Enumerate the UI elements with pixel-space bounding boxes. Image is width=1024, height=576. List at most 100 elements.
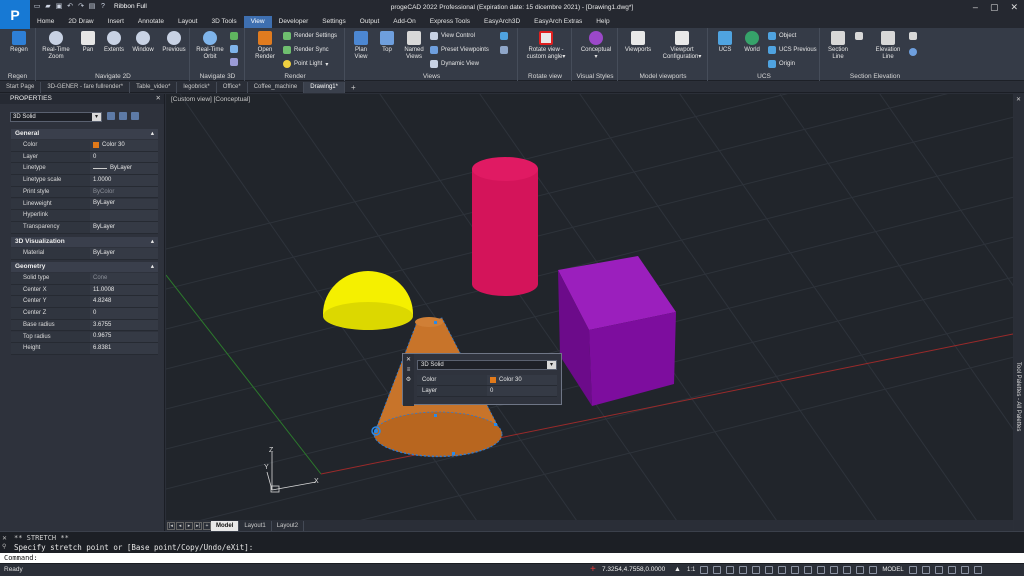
command-input[interactable]: Command: — [0, 553, 1024, 563]
property-value[interactable]: 0.9675 — [90, 331, 158, 343]
document-tab[interactable]: 3D-GENER - fare fullrender* — [41, 81, 131, 93]
document-tab[interactable]: legobrick* — [177, 81, 217, 93]
document-tab[interactable]: Drawing1* — [304, 81, 345, 93]
layout-tab[interactable]: Model — [211, 520, 240, 531]
first-tab-icon[interactable]: |◂ — [167, 521, 175, 530]
pan-button[interactable]: Pan — [77, 31, 99, 54]
elevation-line-button[interactable]: Elevation Line — [871, 31, 905, 61]
ucs-previous-button[interactable]: UCS Previous — [768, 46, 817, 54]
property-row[interactable]: Linetype ByLayer — [11, 163, 158, 176]
panel-close-icon[interactable]: ✕ — [156, 94, 161, 104]
property-row[interactable]: Base radius 3.6755 — [11, 319, 158, 332]
command-line-grip[interactable]: ✕ ⚲ — [2, 535, 10, 551]
orbit-tool-1[interactable] — [230, 32, 238, 40]
dynamic-ucs-icon[interactable] — [830, 566, 839, 574]
close-icon[interactable]: ✕ — [1010, 2, 1018, 13]
palette-close-icon[interactable]: ✕ — [1016, 96, 1021, 103]
transparency-icon[interactable] — [791, 566, 800, 574]
section-geometry[interactable]: Geometry ▴ — [11, 262, 158, 272]
property-value[interactable]: ByLayer — [90, 163, 158, 175]
ribbon-tab[interactable]: Settings — [315, 16, 353, 28]
ribbon-tab[interactable]: View — [243, 16, 272, 28]
origin-ucs-button[interactable]: Origin — [768, 60, 795, 68]
property-value[interactable]: 1.0000 — [90, 175, 158, 186]
layout-tab[interactable]: Layout1 — [239, 520, 272, 531]
gear-icon[interactable] — [908, 566, 917, 574]
object-ucs-button[interactable]: Object — [768, 32, 796, 40]
ribbon-tab[interactable]: Layout — [171, 16, 205, 28]
model-space-toggle[interactable]: MODEL — [882, 567, 903, 573]
dynamic-view-button[interactable]: Dynamic View — [430, 60, 479, 68]
plan-view-button[interactable]: Plan View — [348, 31, 374, 61]
property-row[interactable]: Transparency ByLayer — [11, 221, 158, 234]
property-value[interactable]: ByColor — [90, 186, 158, 198]
view-control-button[interactable]: View Control — [430, 32, 475, 40]
lineweight-icon[interactable] — [778, 566, 787, 574]
document-tab[interactable]: Coffee_machine — [248, 81, 305, 93]
property-value[interactable]: ByLayer — [90, 248, 158, 259]
snap-icon[interactable] — [700, 566, 709, 574]
annotation-scale[interactable]: 1:1 — [687, 567, 695, 573]
maximize-icon[interactable]: ▢ — [990, 2, 999, 13]
viewport-label[interactable]: [Custom view] [Conceptual] — [171, 96, 250, 103]
close-icon[interactable]: ✕ — [405, 357, 412, 364]
new-tab-icon[interactable]: + — [345, 82, 362, 93]
property-value[interactable]: 3.6755 — [90, 319, 158, 331]
next-tab-icon[interactable]: ▸ — [185, 521, 193, 530]
prev-tab-icon[interactable]: ◂ — [176, 521, 184, 530]
property-row[interactable]: Height 6.8381 — [11, 343, 158, 355]
section-tool-button[interactable] — [855, 32, 863, 40]
property-row[interactable]: Solid type Cone — [11, 273, 158, 285]
property-value[interactable]: 0 — [90, 151, 158, 163]
quick-props-row-color[interactable]: Color Color 30 — [417, 375, 557, 386]
list-icon[interactable]: ≡ — [405, 367, 412, 374]
property-row[interactable]: Center Z0 — [11, 308, 158, 320]
named-views-button[interactable]: Named Views — [401, 31, 427, 61]
extents-button[interactable]: Extents — [101, 31, 127, 54]
grid-icon[interactable] — [713, 566, 722, 574]
property-value[interactable]: Color 30 — [90, 140, 158, 151]
app-logo[interactable]: P — [0, 0, 30, 29]
dynamic-input-icon[interactable] — [843, 566, 852, 574]
quick-props-row-layer[interactable]: Layer 0 — [417, 386, 557, 397]
ribbon-tab[interactable]: Annotate — [131, 16, 171, 28]
toggle-pickadd-icon[interactable] — [107, 112, 115, 120]
settings-icon[interactable]: ⚙ — [405, 377, 412, 384]
ribbon-tab[interactable]: Home — [30, 16, 61, 28]
regen-button[interactable]: Regen — [8, 31, 30, 54]
minimize-icon[interactable]: – — [973, 2, 978, 13]
property-row[interactable]: Layer 0 — [11, 151, 158, 164]
property-row[interactable]: Center Y 4.8248 — [11, 296, 158, 309]
property-row[interactable]: Center X 11.0008 — [11, 284, 158, 297]
property-value[interactable]: 11.0008 — [90, 284, 158, 296]
property-row[interactable]: Top radius 0.9675 — [11, 331, 158, 344]
quick-props-value[interactable]: Color 30 — [487, 375, 557, 385]
tool-palettes-strip[interactable]: ✕ Tool Palettes - All Palettes — [1014, 94, 1024, 531]
previous-zoom-button[interactable]: Previous — [159, 31, 189, 54]
clean-screen-icon[interactable] — [960, 566, 969, 574]
selection-dropdown[interactable]: 3D Solid ▾ — [10, 112, 102, 122]
property-row[interactable]: Lineweight ByLayer — [11, 198, 158, 211]
property-value[interactable]: Cone — [90, 273, 158, 284]
ribbon-tab[interactable]: Help — [589, 16, 616, 28]
ribbon-tab[interactable]: EasyArch Extras — [527, 16, 589, 28]
customize-icon[interactable] — [973, 566, 982, 574]
view-tool-button[interactable] — [500, 46, 508, 54]
realtime-orbit-button[interactable]: Real-Time Orbit — [194, 31, 226, 61]
workspace-icon[interactable] — [869, 566, 878, 574]
document-tab[interactable]: Table_video* — [130, 81, 178, 93]
top-view-button[interactable]: Top — [376, 31, 398, 54]
ribbon-tab[interactable]: 3D Tools — [204, 16, 243, 28]
quick-select-icon[interactable] — [131, 112, 139, 120]
otrack-icon[interactable] — [765, 566, 774, 574]
document-tab[interactable]: Start Page — [0, 81, 42, 93]
cylinder-solid[interactable] — [472, 157, 538, 296]
select-objects-icon[interactable] — [119, 112, 127, 120]
point-light-button[interactable]: Point Light ▾ — [283, 60, 328, 68]
osnap-icon[interactable] — [752, 566, 761, 574]
polar-icon[interactable] — [739, 566, 748, 574]
property-row[interactable]: Linetype scale 1.0000 — [11, 175, 158, 187]
ribbon-tab[interactable]: Output — [353, 16, 387, 28]
render-settings-button[interactable]: Render Settings — [283, 32, 337, 40]
property-value[interactable]: 0 — [90, 308, 158, 319]
